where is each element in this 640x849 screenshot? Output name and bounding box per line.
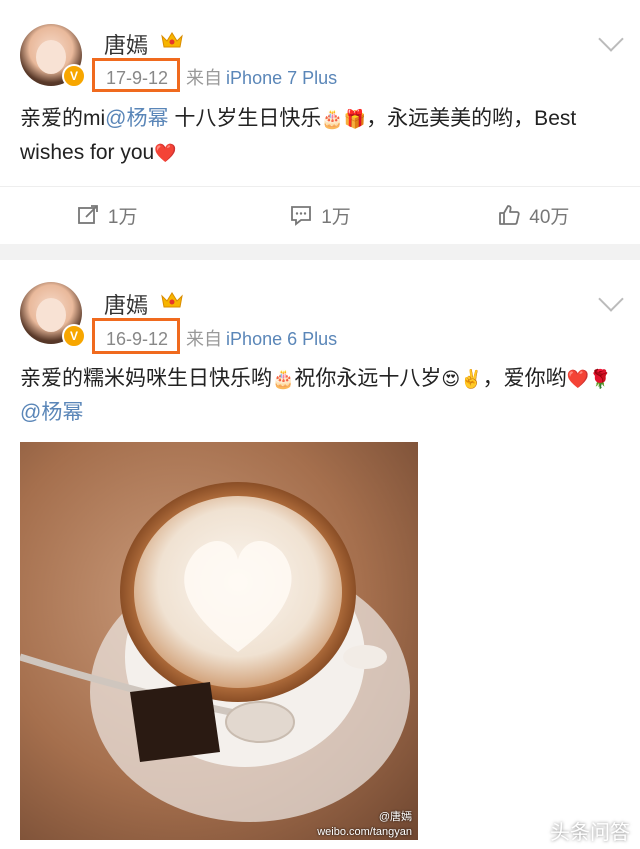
repost-button[interactable]: 1万 <box>0 187 213 243</box>
coffee-cup-illustration <box>20 482 410 822</box>
chevron-down-icon[interactable] <box>598 26 624 52</box>
post-text-part: 亲爱的mi <box>20 107 106 130</box>
post-text: 亲爱的糯米妈咪生日快乐哟🎂祝你永远十八岁😍✌️，爱你哟❤️🌹 @杨幂 <box>20 362 620 429</box>
date-highlight-box <box>92 318 180 354</box>
post-image[interactable]: @唐嫣 weibo.com/tangyan <box>20 442 418 840</box>
gift-emoji-icon: 🎁 <box>343 108 367 129</box>
post-separator <box>0 244 640 260</box>
weibo-post-1: V 唐嫣 17-9-12 来自 iPhone 7 Plus 亲爱的mi@杨幂 十八岁… <box>0 0 640 244</box>
cake-emoji-icon: 🎂 <box>321 108 344 129</box>
mention-link[interactable]: @杨幂 <box>20 401 83 424</box>
author-name[interactable]: 唐嫣 <box>104 288 148 320</box>
cake-emoji-icon: 🎂 <box>272 368 295 389</box>
source-device[interactable]: iPhone 6 Plus <box>226 329 337 349</box>
crown-icon <box>161 292 183 308</box>
victory-hand-emoji-icon: ✌️ <box>460 368 483 389</box>
date-highlight-box <box>92 58 180 92</box>
corner-watermark: 头条问答 <box>524 816 630 845</box>
rose-emoji-icon: 🌹 <box>589 368 612 389</box>
source-device[interactable]: iPhone 7 Plus <box>226 68 337 88</box>
source-label: 来自 <box>186 68 223 88</box>
comment-count: 1万 <box>321 206 351 228</box>
weibo-post-2: V 唐嫣 16-9-12 来自 iPhone 6 Plus 亲爱的糯米妈咪生日快乐哟… <box>0 260 640 849</box>
post-text-part: 祝你永远十八岁 <box>294 367 442 390</box>
corner-watermark-text: 头条问答 <box>550 822 630 844</box>
post-text: 亲爱的mi@杨幂 十八岁生日快乐🎂🎁，永远美美的哟，Best wishes fo… <box>20 102 620 170</box>
repost-count: 1万 <box>107 206 138 228</box>
post-actions: 1万 1万 40万 <box>0 186 640 243</box>
heart-eyes-emoji-icon: 😍 <box>441 368 461 389</box>
chevron-down-icon[interactable] <box>598 286 624 312</box>
toutiao-logo-icon <box>525 820 545 841</box>
verified-badge-icon: V <box>62 64 86 88</box>
like-count: 40万 <box>529 206 570 228</box>
image-watermark-url: weibo.com/tangyan <box>317 826 412 838</box>
post-text-part: 亲爱的糯米妈咪生日快乐哟 <box>20 367 272 390</box>
heart-emoji-icon: ❤️ <box>154 142 177 163</box>
image-watermark-user: @唐嫣 <box>378 811 412 823</box>
source-label: 来自 <box>186 329 223 349</box>
mention-link[interactable]: @杨幂 <box>105 107 168 130</box>
post-text-part: 十八岁生日快乐 <box>168 107 322 130</box>
post-text-part: ，爱你哟 <box>482 367 567 390</box>
repost-icon <box>77 205 98 224</box>
crown-icon <box>161 32 183 48</box>
thumbs-up-icon <box>499 205 520 225</box>
author-name[interactable]: 唐嫣 <box>104 28 148 60</box>
comment-button[interactable]: 1万 <box>213 187 426 243</box>
like-button[interactable]: 40万 <box>427 187 640 243</box>
verified-badge-icon: V <box>62 324 86 348</box>
heart-emoji-icon: ❤️ <box>566 368 590 389</box>
comment-icon <box>291 206 312 226</box>
